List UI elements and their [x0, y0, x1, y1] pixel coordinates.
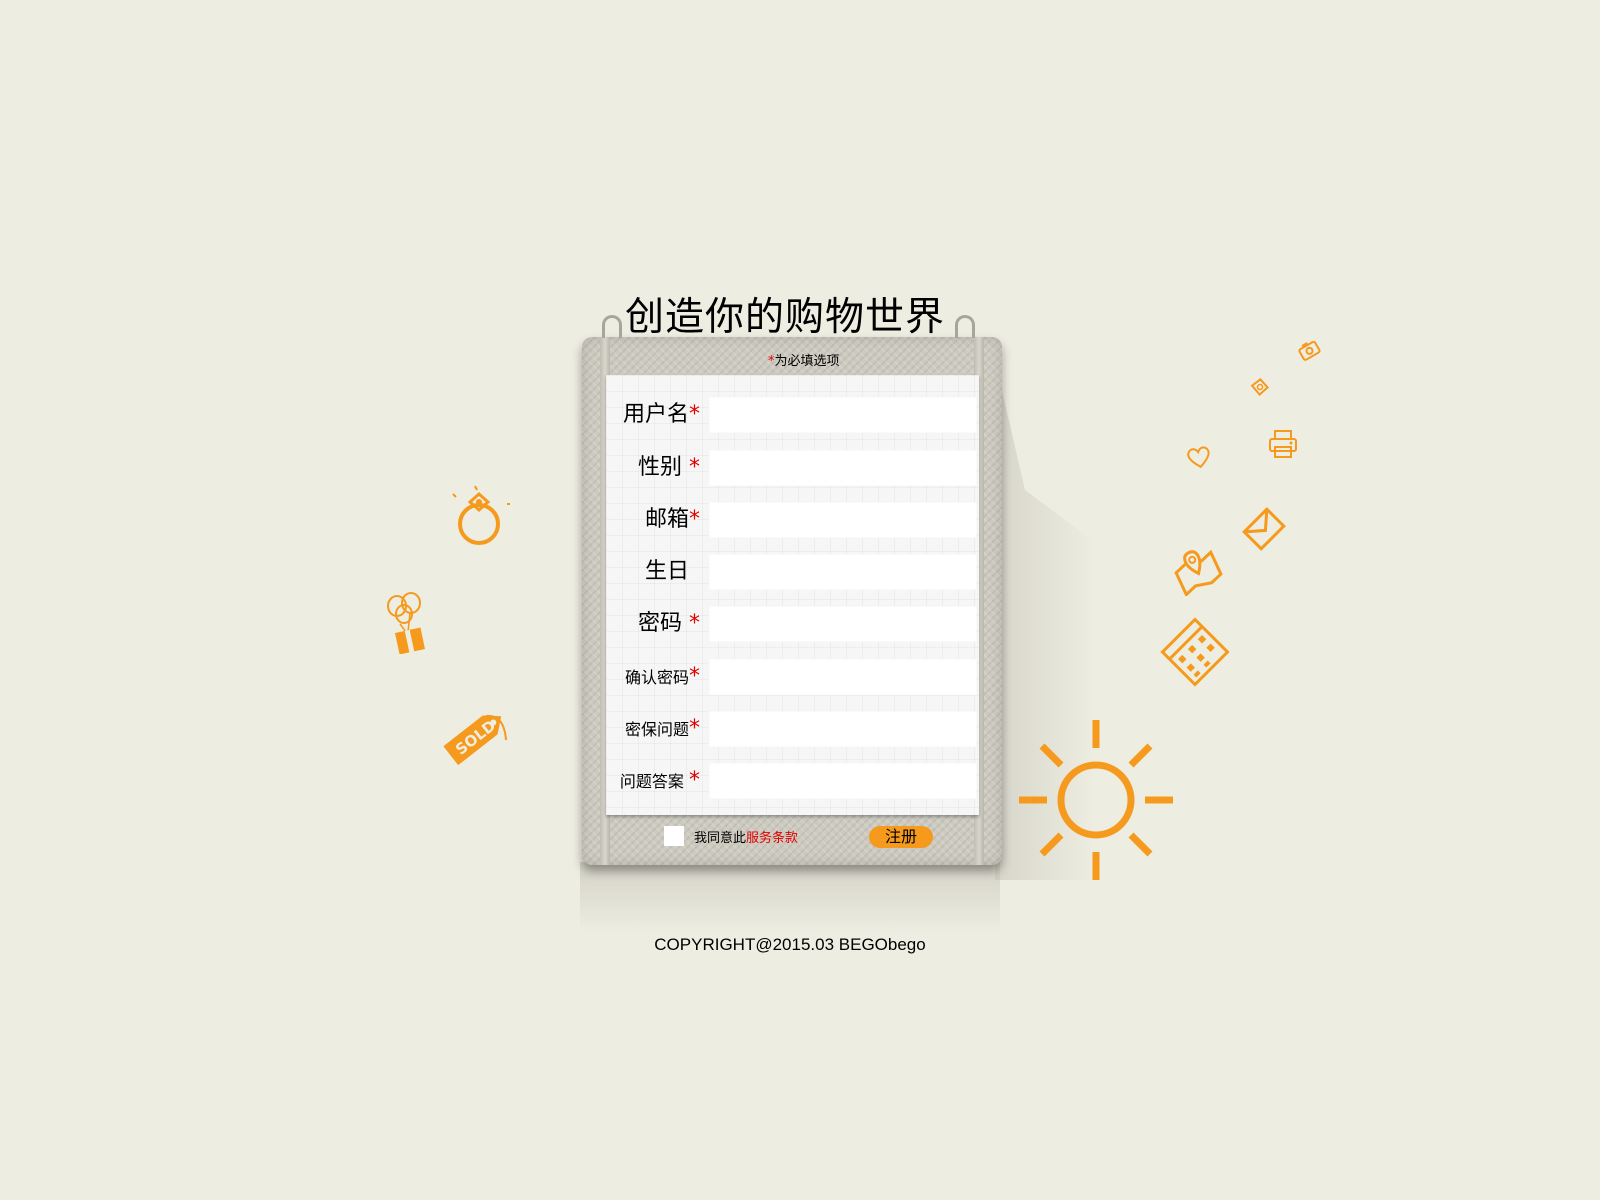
required-star: *	[689, 664, 700, 689]
field-row-username: 用户名*	[606, 394, 979, 436]
board-shadow-bottom	[580, 862, 1000, 932]
calculator-icon	[1158, 615, 1232, 689]
printer-icon	[1268, 428, 1298, 460]
required-star: *	[689, 768, 700, 793]
username-input[interactable]	[709, 397, 977, 433]
email-label: 邮箱*	[644, 507, 700, 532]
required-note-text: 为必填选项	[774, 354, 840, 369]
field-row-security-question: 密保问题*	[606, 708, 979, 750]
email-input[interactable]	[709, 502, 977, 538]
gift-balloons-icon	[380, 592, 440, 654]
register-button[interactable]: 注册	[869, 826, 933, 848]
security-answer-input[interactable]	[709, 763, 977, 799]
field-row-password: 密码 *	[606, 603, 979, 645]
security-answer-label: 问题答案 *	[619, 768, 700, 793]
required-note: *为必填选项	[768, 350, 840, 369]
username-label: 用户名*	[622, 402, 700, 427]
field-row-security-answer: 问题答案 *	[606, 760, 979, 802]
security-question-input[interactable]	[709, 711, 977, 747]
confirm-password-label: 确认密码*	[624, 664, 700, 689]
sun-icon	[1017, 718, 1177, 882]
confirm-password-input[interactable]	[709, 659, 977, 695]
lock-tag-icon	[1248, 375, 1272, 399]
camera-icon	[1297, 338, 1321, 362]
required-star: *	[689, 507, 700, 532]
map-pin-icon	[1168, 540, 1224, 596]
envelope-icon	[1240, 505, 1288, 553]
heart-icon	[1185, 443, 1213, 471]
required-star: *	[689, 611, 700, 636]
agreement-text: 我同意此服务条款	[694, 831, 799, 846]
field-row-email: 邮箱*	[606, 499, 979, 541]
field-row-birthday: 生日	[606, 551, 979, 593]
terms-link[interactable]: 服务条款	[746, 831, 798, 846]
gender-label: 性别 *	[637, 455, 700, 480]
security-question-label: 密保问题*	[624, 716, 700, 741]
required-star: *	[689, 716, 700, 741]
birthday-label: 生日	[644, 559, 689, 584]
required-star: *	[689, 455, 700, 480]
agree-checkbox[interactable]	[664, 826, 684, 846]
ring-icon	[448, 484, 518, 546]
field-row-gender: 性别 *	[606, 447, 979, 489]
birthday-input[interactable]	[709, 554, 977, 590]
copyright-text: COPYRIGHT@2015.03 BEGObego	[654, 935, 926, 954]
password-input[interactable]	[709, 606, 977, 642]
required-star: *	[689, 402, 700, 427]
field-row-confirm-password: 确认密码*	[606, 656, 979, 698]
sold-tag-icon: SOLD	[438, 700, 518, 770]
page-title: 创造你的购物世界	[624, 295, 945, 340]
gender-input[interactable]	[709, 450, 977, 486]
password-label: 密码 *	[637, 611, 700, 636]
